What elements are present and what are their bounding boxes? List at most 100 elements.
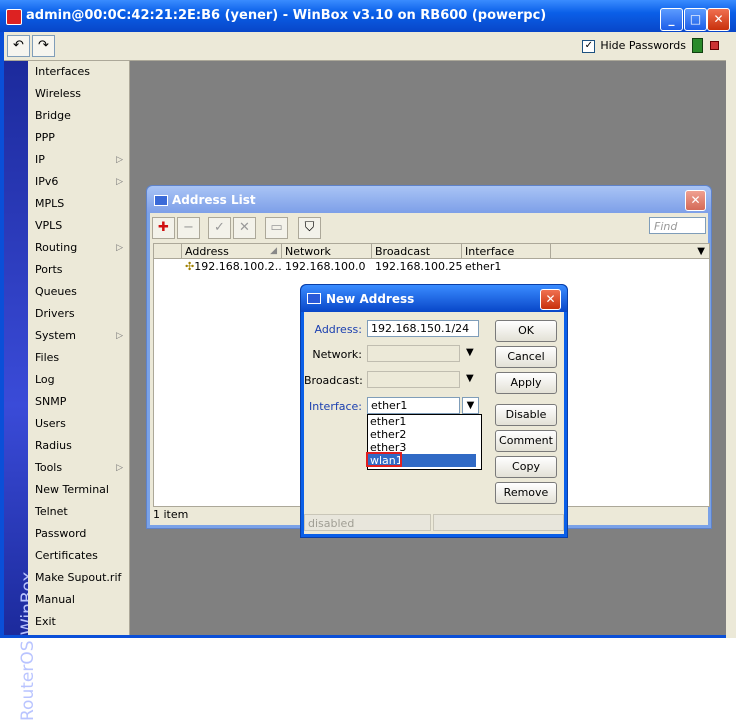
submenu-arrow-icon: ▷ — [116, 463, 123, 473]
remove-icon[interactable]: − — [177, 217, 200, 239]
add-icon[interactable]: ✚ — [152, 217, 175, 239]
main-toolbar: ↶ ↷ ✓ Hide Passwords — [4, 32, 730, 61]
sidebar-item-label: Certificates — [35, 549, 98, 562]
sidebar-item-mpls[interactable]: MPLS — [28, 193, 129, 215]
sidebar-item-label: Password — [35, 527, 87, 540]
sidebar-item-radius[interactable]: Radius — [28, 435, 129, 457]
window-icon — [307, 293, 321, 304]
sidebar-item-ports[interactable]: Ports — [28, 259, 129, 281]
sidebar-item-queues[interactable]: Queues — [28, 281, 129, 303]
broadcast-field[interactable] — [367, 371, 460, 388]
column-header-network[interactable]: Network — [282, 244, 372, 259]
redo-icon[interactable]: ↷ — [32, 35, 55, 57]
hide-passwords-checkbox[interactable]: ✓ Hide Passwords — [582, 39, 686, 53]
secure-lock-icon — [692, 38, 703, 53]
sidebar-item-telnet[interactable]: Telnet — [28, 501, 129, 523]
column-menu[interactable]: ▼ — [551, 244, 709, 259]
submenu-arrow-icon: ▷ — [116, 155, 123, 165]
sidebar-item-drivers[interactable]: Drivers — [28, 303, 129, 325]
sidebar-item-label: Make Supout.rif — [35, 571, 122, 584]
sidebar-item-routing[interactable]: Routing ▷ — [28, 237, 129, 259]
sidebar-item-label: Log — [35, 373, 55, 386]
new-address-title-bar[interactable]: New Address ✕ — [301, 285, 567, 312]
submenu-arrow-icon: ▷ — [116, 243, 123, 253]
sidebar-item-ipv6[interactable]: IPv6 ▷ — [28, 171, 129, 193]
sidebar-item-label: Users — [35, 417, 66, 430]
sidebar-menu: Interfaces Wireless Bridge PPP IP ▷ IPv6 ▷ MPLS V… — [28, 61, 130, 635]
enable-icon[interactable]: ✓ — [208, 217, 231, 239]
sidebar-item-label: Exit — [35, 615, 56, 628]
sidebar-item-certificates[interactable]: Certificates — [28, 545, 129, 567]
submenu-arrow-icon: ▷ — [116, 177, 123, 187]
address-field[interactable]: 192.168.150.1/24 — [367, 320, 479, 337]
close-icon[interactable]: ✕ — [540, 289, 561, 310]
cancel-button[interactable]: Cancel — [495, 346, 557, 368]
sidebar-item-label: Bridge — [35, 109, 71, 122]
interface-dropdown-icon[interactable]: ▼ — [462, 397, 479, 414]
address-list-title-bar[interactable]: Address List ✕ — [147, 186, 711, 213]
sidebar-item-exit[interactable]: Exit — [28, 611, 129, 633]
close-icon[interactable]: ✕ — [685, 190, 706, 211]
sidebar-item-interfaces[interactable]: Interfaces — [28, 61, 129, 83]
sidebar-item-system[interactable]: System ▷ — [28, 325, 129, 347]
sidebar-item-ip[interactable]: IP ▷ — [28, 149, 129, 171]
sidebar-item-label: Radius — [35, 439, 72, 452]
find-input[interactable]: Find — [649, 217, 706, 234]
comment-button[interactable]: Comment — [495, 430, 557, 452]
row-interface: ether1 — [465, 260, 502, 273]
checkbox-box[interactable]: ✓ — [582, 39, 596, 53]
sidebar-item-new-terminal[interactable]: New Terminal — [28, 479, 129, 501]
column-header-address[interactable]: Address ◢ — [182, 244, 282, 259]
network-label: Network: — [312, 348, 362, 361]
sidebar-item-wireless[interactable]: Wireless — [28, 83, 129, 105]
option-ether2[interactable]: ether2 — [368, 428, 476, 441]
sidebar-item-ppp[interactable]: PPP — [28, 127, 129, 149]
table-header-flags — [154, 244, 182, 259]
sidebar-item-tools[interactable]: Tools ▷ — [28, 457, 129, 479]
interface-label: Interface: — [309, 400, 362, 413]
row-broadcast: 192.168.100.255 — [375, 260, 462, 273]
undo-icon[interactable]: ↶ — [7, 35, 30, 57]
window-title: admin@00:0C:42:21:2E:B6 (yener) - WinBox… — [26, 8, 547, 23]
sidebar-item-label: Drivers — [35, 307, 75, 320]
interface-select[interactable]: ether1 — [367, 397, 460, 414]
maximize-icon[interactable]: □ — [684, 8, 707, 31]
sidebar-item-label: IP — [35, 153, 45, 166]
disable-icon[interactable]: ✕ — [233, 217, 256, 239]
sidebar-item-manual[interactable]: Manual — [28, 589, 129, 611]
network-field[interactable] — [367, 345, 460, 362]
filter-icon[interactable]: ⛉ — [298, 217, 321, 239]
sidebar-item-log[interactable]: Log — [28, 369, 129, 391]
sidebar-item-label: Telnet — [35, 505, 68, 518]
status-indicator-icon — [710, 41, 719, 50]
disable-button[interactable]: Disable — [495, 404, 557, 426]
sidebar-item-bridge[interactable]: Bridge — [28, 105, 129, 127]
sidebar-item-files[interactable]: Files — [28, 347, 129, 369]
network-dropdown-icon[interactable]: ▼ — [466, 347, 474, 358]
sidebar-item-users[interactable]: Users — [28, 413, 129, 435]
remove-button[interactable]: Remove — [495, 482, 557, 504]
row-network: 192.168.100.0 — [285, 260, 366, 273]
sidebar-item-password[interactable]: Password — [28, 523, 129, 545]
close-icon[interactable]: ✕ — [707, 8, 730, 31]
new-address-dialog: New Address ✕ Address: 192.168.150.1/24 … — [300, 284, 568, 538]
highlight-box — [366, 452, 402, 467]
title-bar[interactable]: admin@00:0C:42:21:2E:B6 (yener) - WinBox… — [0, 0, 736, 32]
sidebar-item-vpls[interactable]: VPLS — [28, 215, 129, 237]
dialog-status-2 — [433, 514, 564, 531]
address-list-title: Address List — [172, 193, 256, 207]
sidebar-brand-strip: RouterOS WinBox — [4, 61, 38, 721]
sidebar-item-snmp[interactable]: SNMP — [28, 391, 129, 413]
broadcast-dropdown-icon[interactable]: ▼ — [466, 373, 474, 384]
apply-button[interactable]: Apply — [495, 372, 557, 394]
option-ether1[interactable]: ether1 — [368, 415, 476, 428]
minimize-icon[interactable]: _ — [660, 8, 683, 31]
ok-button[interactable]: OK — [495, 320, 557, 342]
copy-button[interactable]: Copy — [495, 456, 557, 478]
sidebar-item-make-supout-rif[interactable]: Make Supout.rif — [28, 567, 129, 589]
column-header-broadcast[interactable]: Broadcast — [372, 244, 462, 259]
column-header-interface[interactable]: Interface — [462, 244, 551, 259]
winbox-window: admin@00:0C:42:21:2E:B6 (yener) - WinBox… — [0, 0, 736, 721]
sidebar-item-label: IPv6 — [35, 175, 59, 188]
comment-icon[interactable]: ▭ — [265, 217, 288, 239]
